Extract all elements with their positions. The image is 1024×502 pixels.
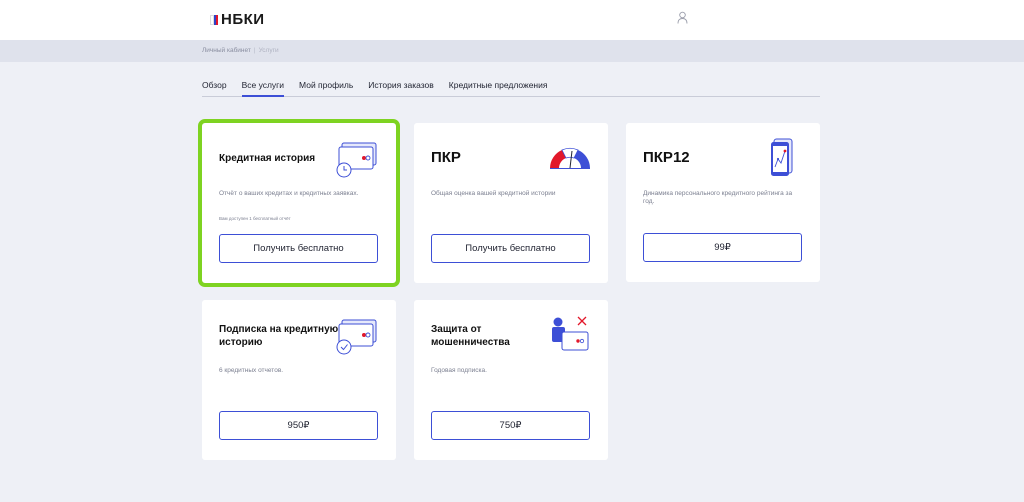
- phone-chart-icon: [768, 137, 796, 182]
- user-profile-icon[interactable]: [677, 11, 688, 29]
- credit-report-clock-icon: [336, 140, 380, 185]
- tab-overview[interactable]: Обзор: [202, 80, 227, 96]
- card-title: ПКР: [431, 149, 461, 166]
- breadcrumb: Личный кабинет | Услуги: [202, 47, 279, 54]
- card-title: Подписка на кредитную историю: [219, 324, 339, 348]
- tab-all-services[interactable]: Все услуги: [241, 80, 285, 97]
- card-credit-history[interactable]: Кредитная история Отчёт о ваших кредитах…: [198, 119, 400, 287]
- breadcrumb-home[interactable]: Личный кабинет: [202, 47, 251, 54]
- breadcrumb-separator: |: [253, 47, 256, 54]
- logo-text: НБКИ: [221, 11, 265, 28]
- fraud-protection-icon: [548, 314, 592, 359]
- rating-gauge-icon: [548, 145, 592, 176]
- service-tabs: Обзор Все услуги Мой профиль История зак…: [202, 80, 820, 97]
- card-title: Кредитная история: [219, 153, 316, 164]
- card-description: Отчёт о ваших кредитах и кредитных заявк…: [219, 190, 359, 197]
- card-credit-history-subscription[interactable]: Подписка на кредитную историю 6 кредитны…: [202, 300, 396, 460]
- buy-fraud-protection-button[interactable]: 750₽: [431, 411, 590, 440]
- buy-subscription-button[interactable]: 950₽: [219, 411, 378, 440]
- tab-my-profile[interactable]: Мой профиль: [299, 80, 353, 96]
- breadcrumb-current: Услуги: [258, 47, 279, 54]
- breadcrumb-bar: Личный кабинет | Услуги: [0, 40, 1024, 62]
- get-free-credit-history-button[interactable]: Получить бесплатно: [219, 234, 378, 263]
- get-free-pkr-button[interactable]: Получить бесплатно: [431, 234, 590, 263]
- card-description: 6 кредитных отчетов.: [219, 367, 284, 374]
- card-title: Защита от мошенничества: [431, 324, 510, 348]
- tab-credit-offers[interactable]: Кредитные предложения: [449, 80, 548, 96]
- card-description: Годовая подписка.: [431, 367, 487, 374]
- card-description: Динамика персонального кредитного рейтин…: [643, 190, 793, 205]
- flag-icon: [210, 14, 218, 25]
- card-note: Вам доступен 1 бесплатный отчёт: [219, 216, 291, 221]
- top-header: НБКИ: [0, 0, 1024, 40]
- card-pkr12[interactable]: ПКР12 Динамика персонального кредитного …: [626, 123, 820, 282]
- nbki-logo[interactable]: НБКИ: [210, 11, 265, 28]
- credit-report-check-icon: [336, 317, 380, 362]
- card-title: ПКР12: [643, 149, 690, 166]
- tab-order-history[interactable]: История заказов: [368, 80, 434, 96]
- card-description: Общая оценка вашей кредитной истории: [431, 190, 556, 197]
- card-pkr[interactable]: ПКР Общая оценка вашей кредитной истории…: [414, 123, 608, 283]
- buy-pkr12-button[interactable]: 99₽: [643, 233, 802, 262]
- card-fraud-protection[interactable]: Защита от мошенничества Годовая подписка…: [414, 300, 608, 460]
